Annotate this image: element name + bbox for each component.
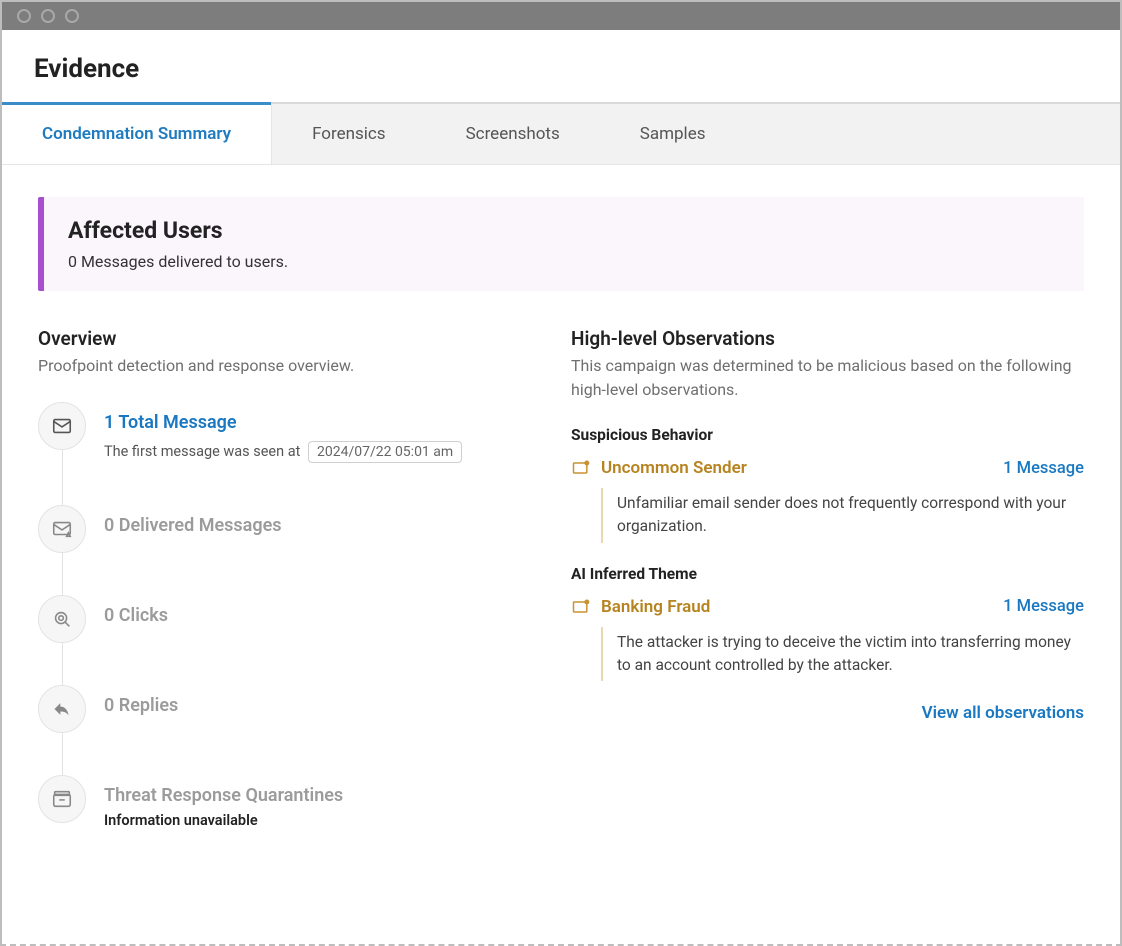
observation-group-ai-theme: AI Inferred Theme Banking Fraud 1 Messag… [571,565,1084,682]
quarantines-info: Information unavailable [104,812,343,829]
affected-users-banner: Affected Users 0 Messages delivered to u… [38,197,1084,291]
overview-title: Overview [38,327,551,350]
obs-name-banking-fraud: Banking Fraud [601,597,993,617]
obs-row-banking-fraud[interactable]: Banking Fraud 1 Message [571,597,1084,617]
click-icon [38,595,86,643]
overview-item-clicks: 0 Clicks [38,595,551,685]
window-control-max[interactable] [65,9,79,23]
first-seen-timestamp: 2024/07/22 05:01 am [308,441,462,463]
observations-subtitle: This campaign was determined to be malic… [571,354,1084,402]
obs-desc-banking-fraud: The attacker is trying to deceive the vi… [601,627,1084,682]
overview-column: Overview Proofpoint detection and respon… [38,327,551,871]
mail-warn-icon [38,505,86,553]
page: Evidence Condemnation Summary Forensics … [2,30,1120,895]
banner-text: 0 Messages delivered to users. [68,252,1060,271]
quarantines-title: Threat Response Quarantines [104,785,343,806]
obs-name-uncommon-sender: Uncommon Sender [601,458,993,478]
flag-mail-icon [571,597,591,617]
tab-screenshots[interactable]: Screenshots [426,104,600,164]
observations-title: High-level Observations [571,327,1084,350]
window-control-min[interactable] [41,9,55,23]
overview-timeline: 1 Total Message The first message was se… [38,402,551,871]
obs-count-uncommon-sender[interactable]: 1 Message [1003,459,1084,478]
columns: Overview Proofpoint detection and respon… [38,327,1084,871]
tab-bar: Condemnation Summary Forensics Screensho… [2,102,1120,165]
delivered-title: 0 Delivered Messages [104,515,282,536]
obs-row-uncommon-sender[interactable]: Uncommon Sender 1 Message [571,458,1084,478]
flag-mail-icon [571,458,591,478]
overview-item-total-messages: 1 Total Message The first message was se… [38,402,551,505]
window-titlebar [2,2,1120,30]
observation-group-suspicious: Suspicious Behavior Uncommon Sender 1 Me… [571,426,1084,543]
tab-samples[interactable]: Samples [600,104,746,164]
clicks-title: 0 Clicks [104,605,168,626]
app-window: Evidence Condemnation Summary Forensics … [0,0,1122,946]
reply-icon [38,685,86,733]
obs-group-title-suspicious: Suspicious Behavior [571,426,1084,444]
obs-group-title-ai: AI Inferred Theme [571,565,1084,583]
total-messages-title[interactable]: 1 Total Message [104,412,462,433]
first-seen-row: The first message was seen at 2024/07/22… [104,441,462,463]
tab-condemnation-summary[interactable]: Condemnation Summary [2,104,272,164]
obs-desc-uncommon-sender: Unfamiliar email sender does not frequen… [601,488,1084,543]
first-seen-label: The first message was seen at [104,443,300,460]
overview-item-quarantines: Threat Response Quarantines Information … [38,775,551,871]
obs-count-banking-fraud[interactable]: 1 Message [1003,597,1084,616]
view-all-observations-link[interactable]: View all observations [571,703,1084,723]
content: Affected Users 0 Messages delivered to u… [2,165,1120,895]
observations-column: High-level Observations This campaign wa… [571,327,1084,871]
archive-icon [38,775,86,823]
replies-title: 0 Replies [104,695,178,716]
banner-title: Affected Users [68,217,1060,244]
overview-item-delivered: 0 Delivered Messages [38,505,551,595]
page-title: Evidence [2,30,1120,102]
overview-item-replies: 0 Replies [38,685,551,775]
tab-forensics[interactable]: Forensics [272,104,426,164]
mail-icon [38,402,86,450]
overview-subtitle: Proofpoint detection and response overvi… [38,354,551,378]
window-control-close[interactable] [17,9,31,23]
